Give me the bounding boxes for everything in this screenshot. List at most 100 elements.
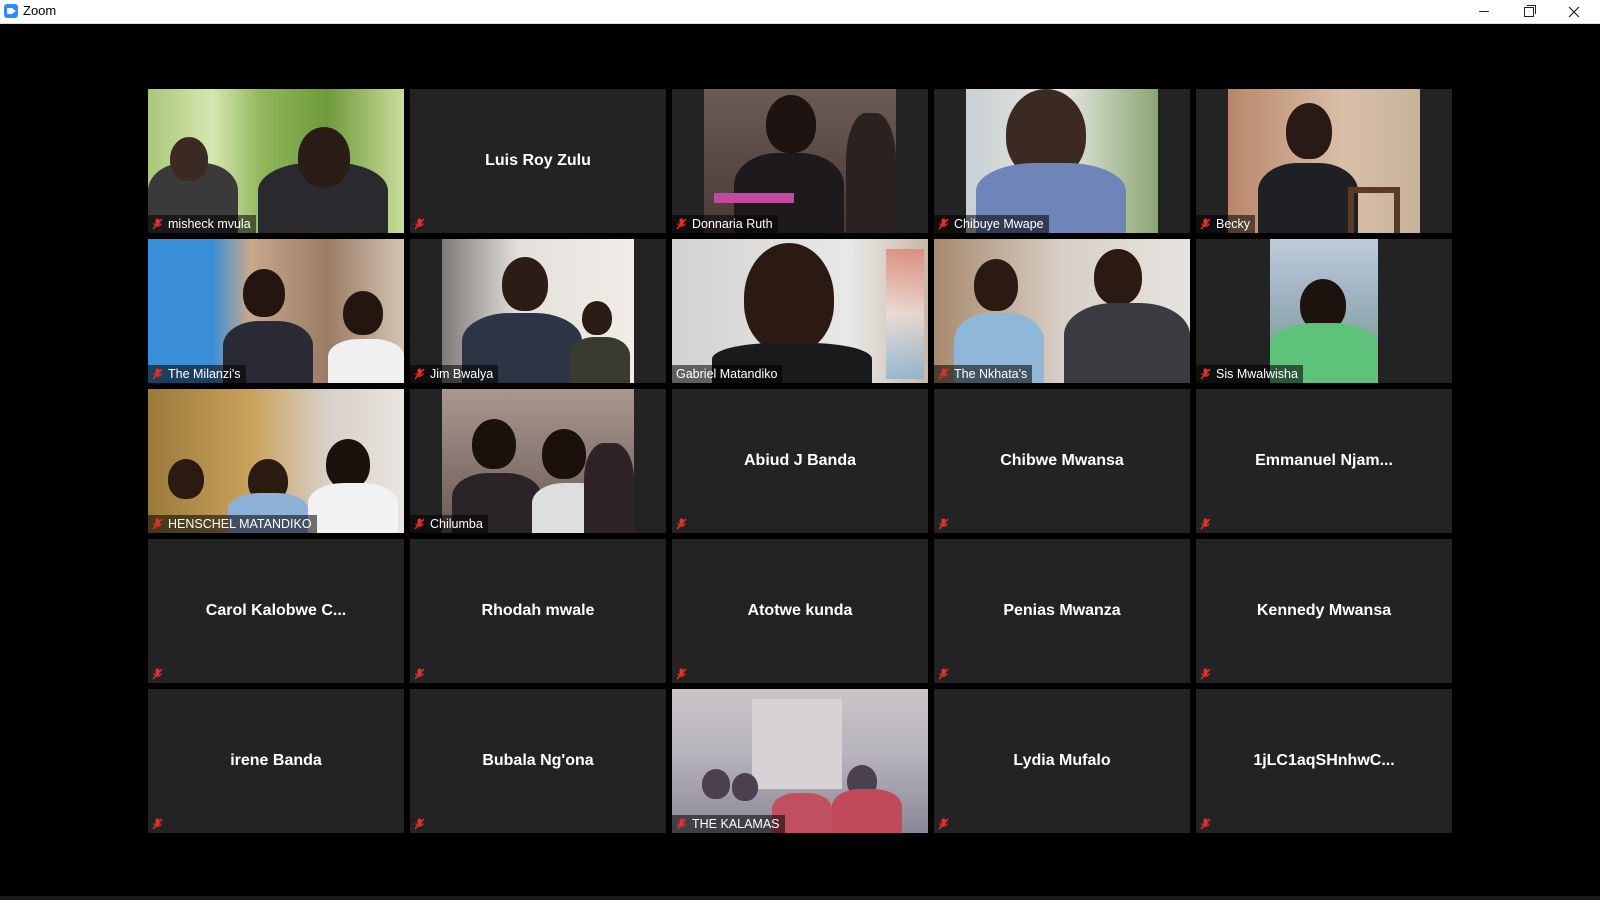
- microphone-muted-icon: [938, 518, 949, 530]
- microphone-muted-icon: [938, 668, 949, 680]
- microphone-muted-icon: [938, 218, 949, 230]
- participant-video: [672, 239, 928, 383]
- participant-video: [148, 239, 404, 383]
- participant-label: Sis Mwalwisha: [1196, 365, 1303, 383]
- participant-name: Donnaria Ruth: [692, 217, 773, 231]
- participant-label: [410, 215, 430, 233]
- microphone-muted-icon: [1200, 818, 1211, 830]
- participant-tile[interactable]: Chibwe Mwansa: [934, 389, 1190, 533]
- participant-tile[interactable]: Bubala Ng'ona: [410, 689, 666, 833]
- participant-video: [442, 239, 634, 383]
- participant-video: [966, 89, 1158, 233]
- participant-name: Chibwe Mwansa: [1000, 452, 1124, 469]
- participant-tile[interactable]: Penias Mwanza: [934, 539, 1190, 683]
- participant-label: The Milanzi's: [148, 365, 246, 383]
- participant-tile[interactable]: The Milanzi's: [148, 239, 404, 383]
- participant-label: [934, 515, 954, 533]
- participant-tile[interactable]: Lydia Mufalo: [934, 689, 1190, 833]
- participant-tile[interactable]: Chilumba: [410, 389, 666, 533]
- participant-name: Atotwe kunda: [747, 602, 853, 619]
- microphone-muted-icon: [1200, 218, 1211, 230]
- participant-tile[interactable]: Luis Roy Zulu: [410, 89, 666, 233]
- microphone-muted-icon: [414, 518, 425, 530]
- participant-label: The Nkhata's: [934, 365, 1033, 383]
- participant-tile[interactable]: Abiud J Banda: [672, 389, 928, 533]
- participant-tile[interactable]: Carol Kalobwe C...: [148, 539, 404, 683]
- participant-name: Lydia Mufalo: [1013, 752, 1111, 769]
- participant-tile[interactable]: 1jLC1aqSHnhwC...: [1196, 689, 1452, 833]
- microphone-muted-icon: [152, 668, 163, 680]
- participant-label: [1196, 665, 1216, 683]
- close-icon: [1568, 6, 1580, 17]
- participant-tile[interactable]: Emmanuel Njam...: [1196, 389, 1452, 533]
- microphone-muted-icon: [676, 668, 687, 680]
- participant-label: [1196, 515, 1216, 533]
- microphone-muted-icon: [676, 218, 687, 230]
- microphone-muted-icon: [938, 368, 949, 380]
- participant-name: The Milanzi's: [168, 367, 241, 381]
- participant-tile[interactable]: THE KALAMAS: [672, 689, 928, 833]
- microphone-muted-icon: [676, 818, 687, 830]
- participant-label: Jim Bwalya: [410, 365, 499, 383]
- participant-tile[interactable]: Rhodah mwale: [410, 539, 666, 683]
- window-titlebar: Zoom: [0, 0, 1600, 24]
- participant-video: [442, 389, 634, 533]
- microphone-muted-icon: [414, 368, 425, 380]
- participant-video: [704, 89, 896, 233]
- minimize-icon: [1479, 11, 1489, 12]
- participant-label: Becky: [1196, 215, 1256, 233]
- participant-name: misheck mvula: [168, 217, 251, 231]
- participant-name: Luis Roy Zulu: [485, 152, 591, 169]
- microphone-muted-icon: [676, 518, 687, 530]
- participant-label: Gabriel Matandiko: [672, 365, 783, 383]
- participant-label: [148, 665, 168, 683]
- participant-video: [1228, 89, 1420, 233]
- participant-name: THE KALAMAS: [692, 817, 780, 831]
- participant-label: HENSCHEL MATANDIKO: [148, 515, 317, 533]
- participant-name: Abiud J Banda: [743, 452, 856, 469]
- participant-tile[interactable]: Donnaria Ruth: [672, 89, 928, 233]
- participant-tile[interactable]: The Nkhata's: [934, 239, 1190, 383]
- close-button[interactable]: [1551, 0, 1597, 23]
- window-title: Zoom: [23, 3, 57, 18]
- zoom-app-icon: [4, 4, 18, 18]
- participant-name: Emmanuel Njam...: [1255, 452, 1393, 469]
- microphone-muted-icon: [152, 368, 163, 380]
- participant-tile[interactable]: Chibuye Mwape: [934, 89, 1190, 233]
- participant-name: Penias Mwanza: [1003, 602, 1121, 619]
- microphone-muted-icon: [1200, 368, 1211, 380]
- participant-label: misheck mvula: [148, 215, 256, 233]
- gallery-view-grid: misheck mvula Luis Roy Zulu Donnaria Rut…: [148, 89, 1454, 835]
- participant-name: 1jLC1aqSHnhwC...: [1253, 752, 1395, 769]
- minimize-button[interactable]: [1461, 0, 1507, 23]
- participant-label: Donnaria Ruth: [672, 215, 778, 233]
- participant-name: Kennedy Mwansa: [1256, 602, 1392, 619]
- participant-label: [410, 815, 430, 833]
- participant-label: Chilumba: [410, 515, 488, 533]
- microphone-muted-icon: [414, 818, 425, 830]
- participant-tile[interactable]: Kennedy Mwansa: [1196, 539, 1452, 683]
- participant-name: Jim Bwalya: [430, 367, 494, 381]
- microphone-muted-icon: [938, 818, 949, 830]
- participant-tile[interactable]: irene Banda: [148, 689, 404, 833]
- participant-tile[interactable]: HENSCHEL MATANDIKO: [148, 389, 404, 533]
- participant-name: HENSCHEL MATANDIKO: [168, 517, 312, 531]
- participant-tile[interactable]: Jim Bwalya: [410, 239, 666, 383]
- participant-tile[interactable]: Sis Mwalwisha: [1196, 239, 1452, 383]
- restore-button[interactable]: [1506, 0, 1552, 23]
- participant-tile[interactable]: misheck mvula: [148, 89, 404, 233]
- participant-tile[interactable]: Atotwe kunda: [672, 539, 928, 683]
- participant-video: [1270, 239, 1378, 383]
- participant-name: Rhodah mwale: [481, 602, 595, 619]
- participant-label: [672, 515, 692, 533]
- participant-tile[interactable]: Becky: [1196, 89, 1452, 233]
- participant-name: Becky: [1216, 217, 1251, 231]
- participant-tile-active-speaker[interactable]: Gabriel Matandiko: [672, 239, 928, 383]
- microphone-muted-icon: [152, 218, 163, 230]
- participant-name: Bubala Ng'ona: [482, 752, 594, 769]
- participant-label: THE KALAMAS: [672, 815, 785, 833]
- participant-name: The Nkhata's: [954, 367, 1028, 381]
- participant-name: Sis Mwalwisha: [1216, 367, 1298, 381]
- participant-name: Chilumba: [430, 517, 483, 531]
- participant-label: [934, 665, 954, 683]
